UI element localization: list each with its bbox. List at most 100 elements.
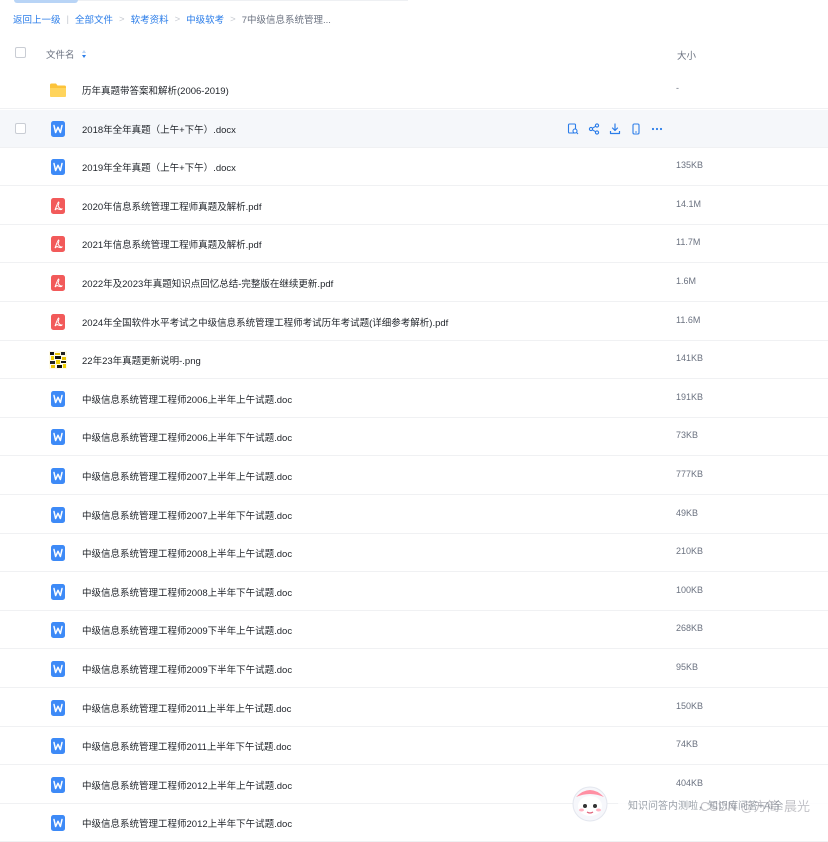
breadcrumb-item-zhongji[interactable]: 中级软考 (186, 12, 224, 26)
file-size: 1.6M (676, 276, 697, 286)
select-all-checkbox[interactable] (15, 47, 26, 58)
sort-icon[interactable] (81, 49, 87, 59)
file-name[interactable]: 2018年全年真题（上午+下午）.docx (82, 122, 236, 136)
file-row[interactable]: 中级信息系统管理工程师2009下半年下午试题.doc 95KB (0, 650, 828, 688)
word-file-icon (49, 158, 67, 176)
breadcrumb-item-all-files[interactable]: 全部文件 (75, 12, 113, 26)
file-row[interactable]: 中级信息系统管理工程师2008上半年下午试题.doc 100KB (0, 573, 828, 611)
word-file-icon (49, 814, 67, 832)
folder-row[interactable]: 历年真题带答案和解析(2006-2019) - (0, 71, 828, 109)
download-icon[interactable] (609, 123, 621, 135)
table-header: 文件名 大小 (0, 35, 828, 71)
ai-avatar-icon[interactable] (570, 781, 610, 823)
file-name[interactable]: 中级信息系统管理工程师2008上半年上午试题.doc (82, 546, 292, 560)
file-size: 135KB (676, 160, 704, 170)
word-file-icon (49, 467, 67, 485)
file-size: 49KB (676, 508, 699, 518)
name-column-header[interactable]: 文件名 (46, 47, 87, 61)
share-icon[interactable] (588, 123, 600, 135)
word-file-icon (49, 390, 67, 408)
row-actions (567, 123, 663, 135)
word-file-icon (49, 583, 67, 601)
file-row[interactable]: 中级信息系统管理工程师2009下半年上午试题.doc 268KB (0, 611, 828, 649)
pdf-file-icon (49, 235, 67, 253)
file-name[interactable]: 中级信息系统管理工程师2006上半年下午试题.doc (82, 430, 292, 444)
file-name[interactable]: 中级信息系统管理工程师2006上半年上午试题.doc (82, 392, 292, 406)
active-tab-indicator (14, 0, 78, 3)
file-size: 191KB (676, 392, 704, 402)
name-header-label: 文件名 (46, 50, 75, 61)
file-name[interactable]: 中级信息系统管理工程师2007上半年上午试题.doc (82, 469, 292, 483)
file-row[interactable]: 2022年及2023年真题知识点回忆总结-完整版在继续更新.pdf 1.6M (0, 264, 828, 302)
file-row[interactable]: 2020年信息系统管理工程师真题及解析.pdf 14.1M (0, 187, 828, 225)
more-icon[interactable] (651, 123, 663, 135)
file-row[interactable]: 2024年全国软件水平考试之中级信息系统管理工程师考试历年考试题(详细参考解析)… (0, 303, 828, 341)
file-name[interactable]: 中级信息系统管理工程师2008上半年下午试题.doc (82, 585, 292, 599)
file-row[interactable]: 2021年信息系统管理工程师真题及解析.pdf 11.7M (0, 225, 828, 263)
file-row[interactable]: 中级信息系统管理工程师2011上半年上午试题.doc 150KB (0, 689, 828, 727)
file-row[interactable]: 2019年全年真题（上午+下午）.docx 135KB (0, 148, 828, 186)
file-name[interactable]: 2024年全国软件水平考试之中级信息系统管理工程师考试历年考试题(详细参考解析)… (82, 315, 448, 329)
breadcrumb-arrow: > (174, 13, 181, 25)
file-name[interactable]: 历年真题带答案和解析(2006-2019) (82, 83, 229, 97)
file-size: 14.1M (676, 199, 702, 209)
file-name[interactable]: 中级信息系统管理工程师2009下半年上午试题.doc (82, 623, 292, 637)
word-file-icon (49, 428, 67, 446)
breadcrumb-arrow: > (230, 13, 236, 25)
back-link[interactable]: 返回上一级 (13, 12, 61, 26)
file-name[interactable]: 2022年及2023年真题知识点回忆总结-完整版在继续更新.pdf (82, 276, 333, 290)
word-file-icon (49, 660, 67, 678)
file-row[interactable]: 中级信息系统管理工程师2007上半年下午试题.doc 49KB (0, 496, 828, 534)
open-icon[interactable] (567, 123, 579, 135)
file-size: 210KB (676, 546, 704, 556)
file-size: 73KB (676, 430, 699, 440)
file-size: 777KB (676, 469, 704, 479)
breadcrumb-current: 7中级信息系统管理... (241, 15, 331, 26)
word-file-icon (49, 776, 67, 794)
file-name[interactable]: 2019年全年真题（上午+下午）.docx (82, 160, 236, 174)
file-name[interactable]: 中级信息系统管理工程师2011上半年上午试题.doc (82, 701, 291, 715)
file-name[interactable]: 中级信息系统管理工程师2012上半年上午试题.doc (82, 778, 292, 792)
file-size: - (676, 83, 679, 93)
size-column-header[interactable]: 大小 (677, 48, 696, 62)
row-checkbox[interactable] (15, 123, 26, 134)
file-size: 150KB (676, 701, 704, 711)
file-name[interactable]: 22年23年真题更新说明-.png (82, 353, 201, 367)
mobile-icon[interactable] (630, 123, 642, 135)
breadcrumb-arrow: > (119, 13, 125, 25)
breadcrumb-item-ruankao[interactable]: 软考资料 (131, 12, 169, 26)
file-row[interactable]: 22年23年真题更新说明-.png 141KB (0, 341, 828, 379)
file-row[interactable]: 2018年全年真题（上午+下午）.docx (0, 110, 828, 148)
breadcrumb-divider: | (66, 13, 69, 25)
file-size: 11.6M (676, 315, 701, 325)
file-name[interactable]: 中级信息系统管理工程师2011上半年下午试题.doc (82, 739, 291, 753)
word-file-icon (49, 699, 67, 717)
file-row[interactable]: 中级信息系统管理工程师2008上半年上午试题.doc 210KB (0, 534, 828, 572)
word-file-icon (49, 506, 67, 524)
file-name[interactable]: 2021年信息系统管理工程师真题及解析.pdf (82, 237, 261, 251)
file-size: 268KB (676, 623, 704, 633)
file-name[interactable]: 中级信息系统管理工程师2007上半年下午试题.doc (82, 508, 292, 522)
file-name[interactable]: 中级信息系统管理工程师2009下半年下午试题.doc (82, 662, 292, 676)
word-file-icon (49, 621, 67, 639)
pdf-file-icon (49, 274, 67, 292)
file-size: 74KB (676, 739, 699, 749)
file-name[interactable]: 2020年信息系统管理工程师真题及解析.pdf (82, 199, 261, 213)
file-row[interactable]: 中级信息系统管理工程师2011上半年下午试题.doc 74KB (0, 727, 828, 765)
word-file-icon (49, 120, 67, 138)
pdf-file-icon (49, 313, 67, 331)
file-size: 11.7M (676, 237, 701, 247)
file-size: 100KB (676, 585, 704, 595)
breadcrumb: 返回上一级 | 全部文件 > 软考资料 > 中级软考 > 7中级信息系统管理..… (13, 12, 331, 27)
file-row[interactable]: 中级信息系统管理工程师2007上半年上午试题.doc 777KB (0, 457, 828, 495)
image-thumbnail-icon (49, 351, 67, 369)
pdf-file-icon (49, 197, 67, 215)
word-file-icon (49, 544, 67, 562)
file-name[interactable]: 中级信息系统管理工程师2012上半年下午试题.doc (82, 816, 292, 830)
folder-icon (49, 81, 67, 99)
file-size: 141KB (676, 353, 704, 363)
file-row[interactable]: 中级信息系统管理工程师2006上半年上午试题.doc 191KB (0, 380, 828, 418)
watermark: CSDN @方简·晨光 (700, 799, 810, 814)
file-row[interactable]: 中级信息系统管理工程师2006上半年下午试题.doc 73KB (0, 418, 828, 456)
top-divider (78, 0, 408, 1)
